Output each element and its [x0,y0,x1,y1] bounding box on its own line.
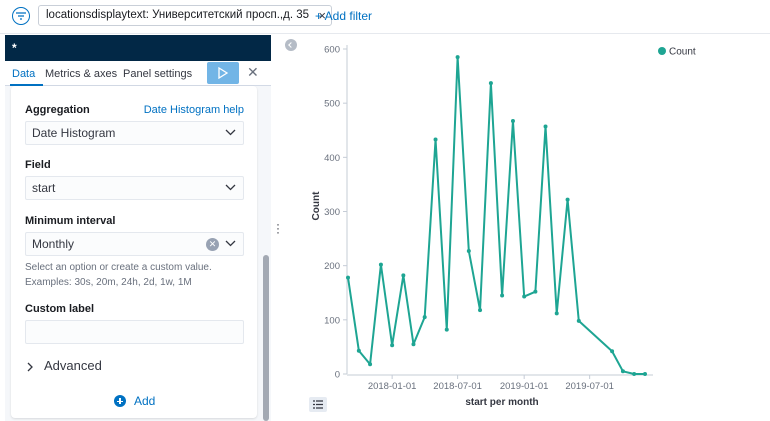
filter-menu-icon[interactable] [12,7,30,25]
data-point [533,289,538,294]
y-tick-label: 200 [324,261,340,272]
data-point [543,124,548,129]
data-point [510,119,515,124]
field-select[interactable]: start [25,176,244,200]
advanced-toggle[interactable]: Advanced [44,358,102,373]
clear-icon[interactable]: ✕ [206,238,219,251]
data-point [411,342,416,347]
legend-toggle-icon[interactable] [309,397,327,412]
chevron-right-icon[interactable] [27,362,34,372]
chevron-down-icon[interactable] [225,240,236,247]
field-value: start [32,181,56,195]
legend-swatch [658,47,666,55]
custom-label-input[interactable] [25,320,244,344]
data-point [643,372,647,376]
data-point [500,293,505,298]
data-point [620,369,625,374]
interval-help-examples: Examples: 30s, 20m, 24h, 2d, 1w, 1M [25,277,192,288]
filter-bar: locationsdisplaytext: Университетский пр… [0,0,770,34]
filter-pill[interactable]: locationsdisplaytext: Университетский пр… [38,5,333,26]
data-point [356,348,361,353]
x-tick-label: 2019-01-01 [500,381,549,392]
collapse-sidebar-icon[interactable] [285,39,297,51]
y-tick-label: 100 [324,315,340,326]
legend-label: Count [669,47,696,58]
add-button[interactable]: Add [134,394,155,408]
y-tick-label: 0 [335,370,340,381]
data-point [466,249,471,254]
sidebar-header: * [5,35,271,61]
add-icon[interactable] [114,395,126,407]
data-point [433,137,438,142]
aggregation-help-link[interactable]: Date Histogram help [144,104,244,116]
chevron-down-icon [225,184,236,191]
data-point [554,311,559,316]
data-point [478,308,483,313]
interval-combobox[interactable]: Monthly ✕ [25,232,244,256]
data-point [565,197,570,202]
interval-value: Monthly [32,237,75,251]
interval-help-text: Select an option or create a custom valu… [25,262,212,273]
aggregation-label: Aggregation [25,104,90,116]
data-point [401,273,406,278]
apply-changes-button[interactable] [207,62,239,84]
sidebar-title: * [12,41,17,55]
chart-panel: 0 100 200 300 400 500 600 2018-01-01 2018-07-01… [305,36,770,421]
y-tick-label: 600 [324,45,340,56]
x-tick-label: 2018-01-01 [368,381,417,392]
tab-data[interactable]: Data [12,68,35,80]
sidebar-scrollbar[interactable] [263,255,269,421]
interval-label: Minimum interval [25,215,116,227]
filter-pill-label[interactable]: locationsdisplaytext: Университетский пр… [46,9,309,21]
tab-metrics-axes[interactable]: Metrics & axes [45,68,117,80]
line-chart: 0 100 200 300 400 500 600 2018-01-01 2018-07-01… [311,45,696,409]
data-point [522,294,527,299]
x-tick-label: 2019-07-01 [565,381,614,392]
data-point [346,275,350,280]
y-tick-label: 500 [324,99,340,110]
data-point [488,81,493,86]
tab-panel-settings[interactable]: Panel settings [123,68,192,80]
data-point [610,349,615,354]
y-axis-label: Count [311,191,322,221]
custom-label-label: Custom label [25,303,95,315]
y-axis: 0 100 200 300 400 500 600 [324,45,348,381]
y-tick-label: 400 [324,153,340,164]
data-point [455,55,460,60]
y-tick-label: 300 [324,207,340,218]
x-axis: 2018-01-01 2018-07-01 2019-01-01 2019-07-01 [347,374,653,392]
add-filter-button[interactable]: + Add filter [315,9,372,23]
data-point [368,362,373,367]
data-point [378,262,383,267]
discard-icon[interactable]: ✕ [247,64,259,81]
aggregation-select[interactable]: Date Histogram [25,121,244,145]
legend: Count [658,47,696,58]
data-point [576,318,581,323]
aggregation-value: Date Histogram [32,126,116,140]
data-point [632,372,637,376]
series-line [347,56,645,375]
data-point [390,343,395,348]
resize-handle-icon[interactable]: · · · [276,218,280,238]
data-point [444,327,449,332]
data-point [422,315,427,320]
field-label: Field [25,159,51,171]
x-tick-label: 2018-07-01 [433,381,482,392]
x-axis-label: start per month [465,397,538,408]
series-count [346,55,647,376]
chevron-down-icon [225,129,236,136]
